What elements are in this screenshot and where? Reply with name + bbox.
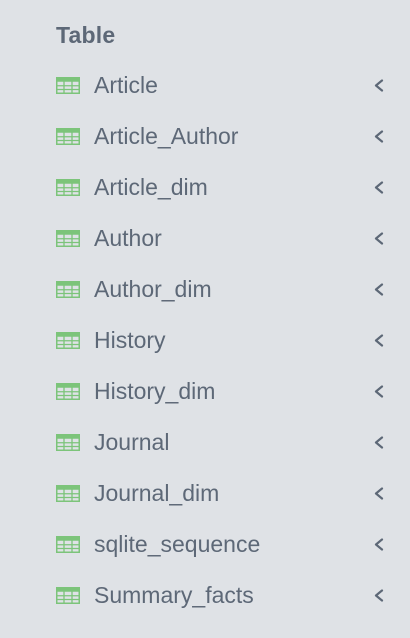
table-item-label: sqlite_sequence [94, 531, 261, 557]
table-item-author-dim[interactable]: Author_dim [0, 264, 410, 315]
section-title: Table [56, 22, 116, 48]
table-icon [56, 332, 80, 349]
table-icon [56, 230, 80, 247]
table-icon [56, 179, 80, 196]
table-item-author[interactable]: Author [0, 213, 410, 264]
table-item-journal[interactable]: Journal [0, 417, 410, 468]
table-icon [56, 383, 80, 400]
chevron-left-icon[interactable] [372, 588, 386, 603]
table-item-label: Article_Author [94, 123, 239, 149]
table-icon [56, 485, 80, 502]
chevron-left-icon[interactable] [372, 486, 386, 501]
table-item-label: Journal_dim [94, 480, 220, 506]
chevron-left-icon[interactable] [372, 282, 386, 297]
table-item-article[interactable]: Article [0, 60, 410, 111]
table-sidebar-panel: Table Article Article_Author Article_dim… [0, 0, 410, 638]
table-icon [56, 536, 80, 553]
table-item-history[interactable]: History [0, 315, 410, 366]
table-item-label: Article_dim [94, 174, 208, 200]
table-item-journal-dim[interactable]: Journal_dim [0, 468, 410, 519]
chevron-left-icon[interactable] [372, 180, 386, 195]
chevron-left-icon[interactable] [372, 537, 386, 552]
table-item-label: History [94, 327, 166, 353]
table-item-article-author[interactable]: Article_Author [0, 111, 410, 162]
table-icon [56, 434, 80, 451]
table-item-article-dim[interactable]: Article_dim [0, 162, 410, 213]
table-item-summary-facts[interactable]: Summary_facts [0, 570, 410, 621]
chevron-left-icon[interactable] [372, 129, 386, 144]
table-icon [56, 587, 80, 604]
table-item-label: Author_dim [94, 276, 212, 302]
chevron-left-icon[interactable] [372, 384, 386, 399]
table-item-label: Journal [94, 429, 170, 455]
table-icon [56, 281, 80, 298]
table-item-sqlite-sequence[interactable]: sqlite_sequence [0, 519, 410, 570]
table-list: Article Article_Author Article_dim Autho… [0, 60, 410, 621]
table-item-label: Author [94, 225, 162, 251]
table-item-label: History_dim [94, 378, 216, 404]
chevron-left-icon[interactable] [372, 333, 386, 348]
table-item-label: Article [94, 72, 158, 98]
table-icon [56, 128, 80, 145]
table-item-history-dim[interactable]: History_dim [0, 366, 410, 417]
chevron-left-icon[interactable] [372, 231, 386, 246]
table-icon [56, 77, 80, 94]
chevron-left-icon[interactable] [372, 435, 386, 450]
chevron-left-icon[interactable] [372, 78, 386, 93]
table-item-label: Summary_facts [94, 582, 254, 608]
